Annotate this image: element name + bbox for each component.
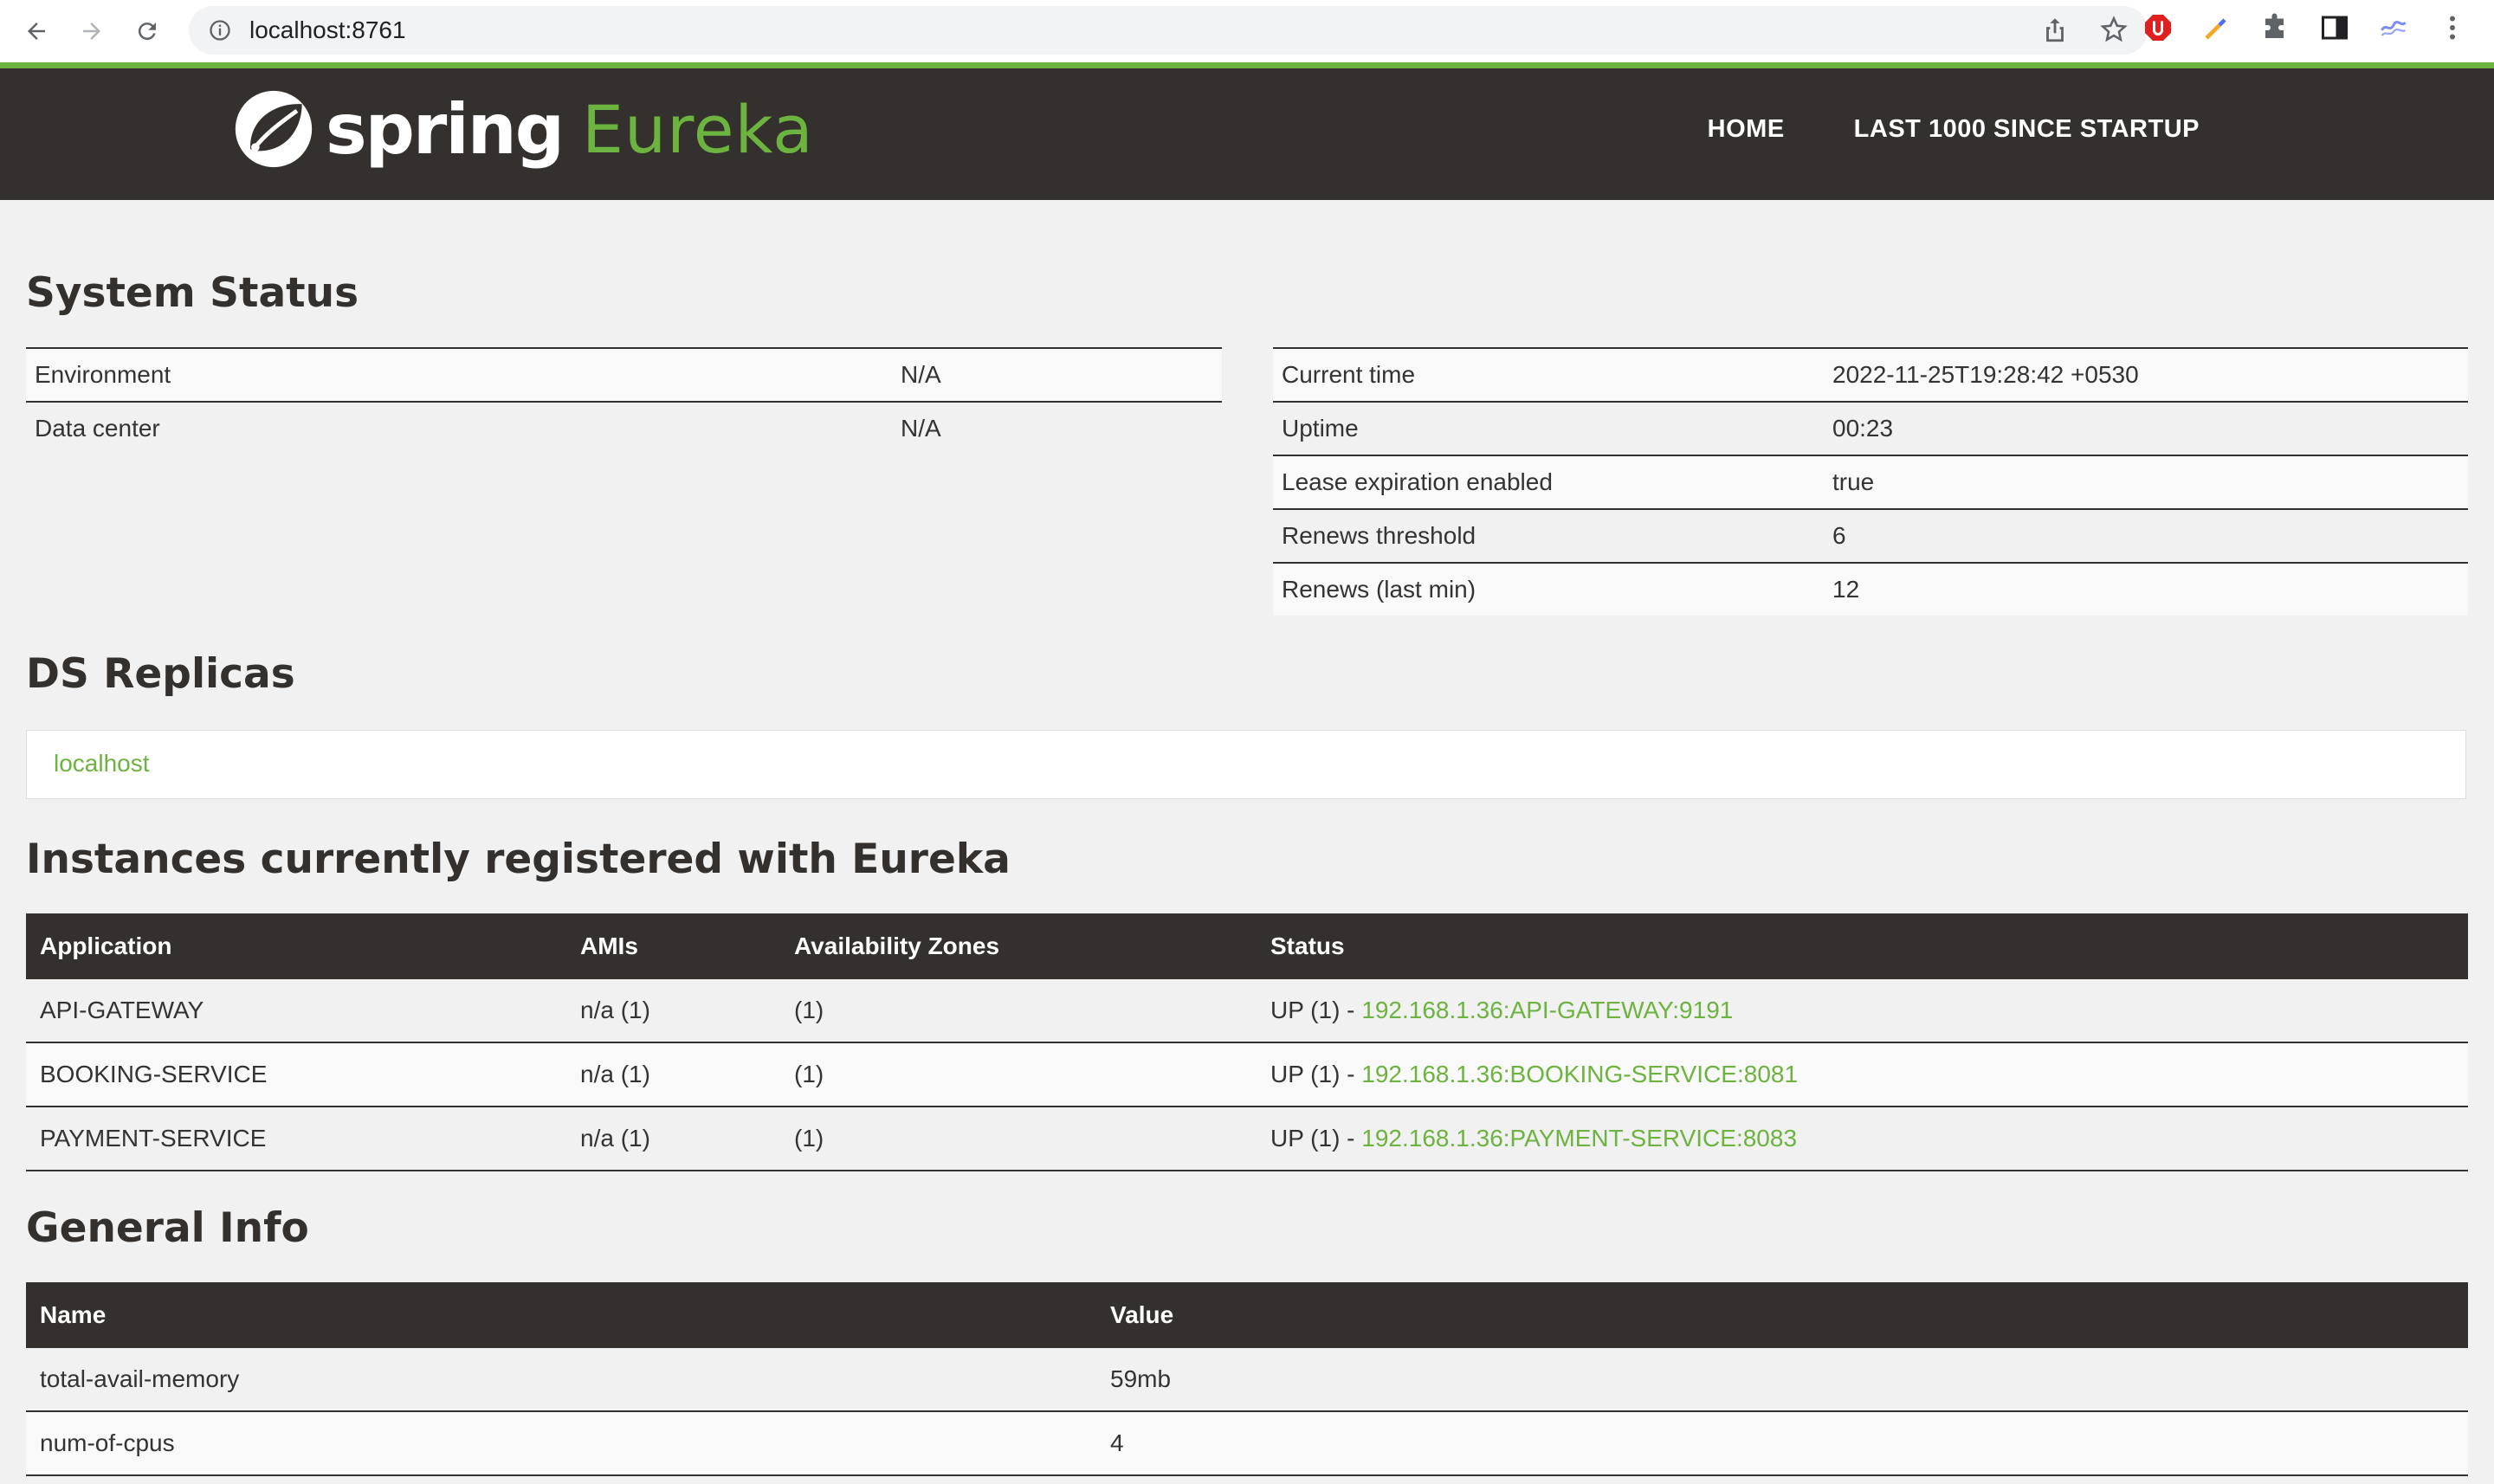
info-value: 59mb: [1096, 1348, 2468, 1412]
top-navigation: HOME LAST 1000 SINCE STARTUP: [1708, 115, 2200, 144]
renews-threshold-label: Renews threshold: [1273, 508, 1824, 563]
info-icon[interactable]: [208, 18, 232, 42]
info-name: total-avail-memory: [26, 1348, 1096, 1412]
amis-value: n/a (1): [566, 1042, 780, 1107]
uptime-label: Uptime: [1273, 401, 1824, 455]
current-time-value: 2022-11-25T19:28:42 +0530: [1824, 347, 2468, 402]
color-picker-extension-icon[interactable]: [2201, 12, 2232, 43]
lease-expiration-label: Lease expiration enabled: [1273, 455, 1824, 509]
table-row: Uptime 00:23: [1273, 401, 2468, 455]
application-name: API-GATEWAY: [26, 979, 566, 1043]
status-cell: UP (1) - 192.168.1.36:PAYMENT-SERVICE:80…: [1257, 1107, 2468, 1171]
table-row: Environment N/A: [26, 347, 1222, 402]
table-header-row: Name Value: [26, 1282, 2468, 1348]
table-row: Lease expiration enabled true: [1273, 455, 2468, 509]
info-value: 4: [1096, 1411, 2468, 1476]
back-icon[interactable]: [19, 14, 54, 48]
amis-value: n/a (1): [566, 979, 780, 1043]
replica-link[interactable]: localhost: [54, 750, 150, 777]
renews-threshold-value: 6: [1824, 508, 2468, 563]
zones-value: (1): [780, 1107, 1257, 1171]
adblock-extension-icon[interactable]: [2142, 12, 2174, 43]
column-header-application: Application: [26, 913, 566, 979]
data-center-value: N/A: [892, 401, 1222, 455]
instance-link[interactable]: 192.168.1.36:API-GATEWAY:9191: [1361, 997, 1733, 1023]
logo-spring-text: spring: [326, 88, 565, 170]
column-header-value: Value: [1096, 1282, 2468, 1348]
general-info-heading: General Info: [26, 1204, 309, 1252]
environment-value: N/A: [892, 347, 1222, 402]
table-header-row: Application AMIs Availability Zones Stat…: [26, 913, 2468, 979]
application-name: BOOKING-SERVICE: [26, 1042, 566, 1107]
instance-link[interactable]: 192.168.1.36:BOOKING-SERVICE:8081: [1361, 1061, 1798, 1087]
table-row: BOOKING-SERVICE n/a (1) (1) UP (1) - 192…: [26, 1042, 2468, 1107]
zones-value: (1): [780, 979, 1257, 1043]
ds-replicas-heading: DS Replicas: [26, 650, 295, 698]
uptime-value: 00:23: [1824, 401, 2468, 455]
renews-last-min-label: Renews (last min): [1273, 562, 1824, 616]
application-name: PAYMENT-SERVICE: [26, 1107, 566, 1171]
system-status-left-table: Environment N/A Data center N/A: [26, 347, 1222, 455]
system-status-heading: System Status: [26, 269, 359, 317]
lease-expiration-value: true: [1824, 455, 2468, 509]
environment-label: Environment: [26, 347, 892, 402]
table-row: Current time 2022-11-25T19:28:42 +0530: [1273, 347, 2468, 402]
status-text: UP (1) -: [1270, 997, 1362, 1023]
table-row: Renews threshold 6: [1273, 508, 2468, 563]
column-header-zones: Availability Zones: [780, 913, 1257, 979]
instances-table: Application AMIs Availability Zones Stat…: [26, 913, 2468, 1171]
general-info-table: Name Value total-avail-memory 59mb num-o…: [26, 1282, 2468, 1476]
accent-stripe: [0, 62, 2494, 68]
reload-icon[interactable]: [130, 14, 165, 48]
address-bar[interactable]: localhost:8761: [189, 6, 2148, 55]
url-text[interactable]: localhost:8761: [249, 16, 406, 44]
share-icon[interactable]: [2040, 15, 2070, 44]
current-time-label: Current time: [1273, 347, 1824, 402]
data-center-label: Data center: [26, 401, 892, 455]
table-row: API-GATEWAY n/a (1) (1) UP (1) - 192.168…: [26, 979, 2468, 1043]
status-cell: UP (1) - 192.168.1.36:API-GATEWAY:9191: [1257, 979, 2468, 1043]
logo-eureka-text: Eureka: [581, 90, 814, 168]
profile-extension-icon[interactable]: [2378, 12, 2409, 43]
column-header-amis: AMIs: [566, 913, 780, 979]
status-text: UP (1) -: [1270, 1061, 1362, 1087]
nav-last-1000-link[interactable]: LAST 1000 SINCE STARTUP: [1854, 115, 2200, 144]
side-panel-icon[interactable]: [2319, 12, 2350, 43]
table-row: Renews (last min) 12: [1273, 562, 2468, 616]
instances-heading: Instances currently registered with Eure…: [26, 836, 1011, 883]
info-name: num-of-cpus: [26, 1411, 1096, 1476]
column-header-status: Status: [1257, 913, 2468, 979]
instance-link[interactable]: 192.168.1.36:PAYMENT-SERVICE:8083: [1361, 1125, 1797, 1152]
renews-last-min-value: 12: [1824, 562, 2468, 616]
site-header: spring Eureka HOME LAST 1000 SINCE START…: [0, 68, 2494, 200]
status-cell: UP (1) - 192.168.1.36:BOOKING-SERVICE:80…: [1257, 1042, 2468, 1107]
table-row: num-of-cpus 4: [26, 1411, 2468, 1476]
zones-value: (1): [780, 1042, 1257, 1107]
table-row: Data center N/A: [26, 401, 1222, 455]
bookmark-star-icon[interactable]: [2099, 15, 2129, 44]
table-row: PAYMENT-SERVICE n/a (1) (1) UP (1) - 192…: [26, 1107, 2468, 1171]
extensions-puzzle-icon[interactable]: [2260, 12, 2291, 43]
browser-toolbar: localhost:8761: [0, 0, 2494, 63]
amis-value: n/a (1): [566, 1107, 780, 1171]
system-status-right-table: Current time 2022-11-25T19:28:42 +0530 U…: [1273, 347, 2468, 616]
spring-leaf-icon: [235, 90, 313, 168]
browser-menu-icon[interactable]: [2437, 12, 2468, 43]
table-row: total-avail-memory 59mb: [26, 1348, 2468, 1412]
column-header-name: Name: [26, 1282, 1096, 1348]
status-text: UP (1) -: [1270, 1125, 1362, 1152]
ds-replicas-list: localhost: [26, 730, 2466, 799]
spring-eureka-logo[interactable]: spring Eureka: [232, 87, 814, 171]
forward-icon[interactable]: [74, 14, 109, 48]
nav-home-link[interactable]: HOME: [1708, 115, 1785, 144]
